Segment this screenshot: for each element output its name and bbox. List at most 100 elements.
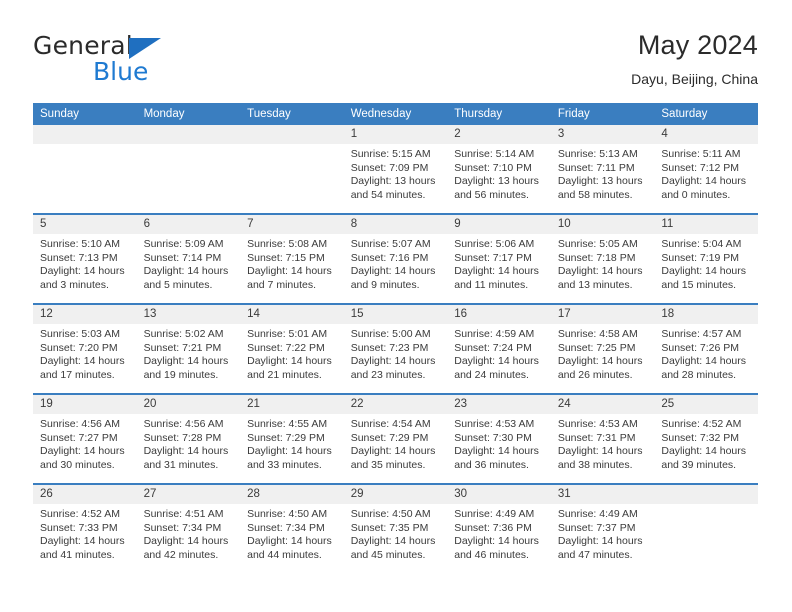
calendar-table: Sunday Monday Tuesday Wednesday Thursday… xyxy=(33,103,758,573)
calendar-day-cell[interactable]: 1 Sunrise: 5:15 AM Sunset: 7:09 PM Daylight… xyxy=(343,125,448,214)
calendar-day-cell[interactable]: 5 Sunrise: 5:10 AM Sunset: 7:13 PM Daylight… xyxy=(33,213,137,304)
day-cell-inner: 29 Sunrise: 4:50 AM Sunset: 7:35 PM Dayligh… xyxy=(343,485,448,573)
sunset-text: Sunset: 7:17 PM xyxy=(454,251,532,264)
calendar-day-cell[interactable]: 26 Sunrise: 4:52 AM Sunset: 7:33 PM Dayligh… xyxy=(33,483,137,573)
day-sun-info: Sunrise: 5:03 AM Sunset: 7:20 PM Daylight:… xyxy=(33,324,137,382)
sunrise-text: Sunrise: 4:49 AM xyxy=(454,508,535,520)
calendar-day-cell[interactable]: 21 Sunrise: 4:55 AM Sunset: 7:29 PM Dayligh… xyxy=(240,393,344,484)
sunrise-text: Sunrise: 5:04 AM xyxy=(661,238,742,250)
day-number: 18 xyxy=(654,305,758,324)
day-cell-inner: 5 Sunrise: 5:10 AM Sunset: 7:13 PM Daylight… xyxy=(33,215,137,303)
daylight-text: Daylight: 14 hours and 23 minutes. xyxy=(350,355,436,381)
sunrise-text: Sunrise: 4:50 AM xyxy=(350,508,431,520)
calendar-day-cell[interactable]: 31 Sunrise: 4:49 AM Sunset: 7:37 PM Dayligh… xyxy=(550,483,655,573)
day-sun-info: Sunrise: 4:59 AM Sunset: 7:24 PM Daylight:… xyxy=(447,324,551,382)
calendar-day-cell[interactable]: 16 Sunrise: 4:59 AM Sunset: 7:24 PM Dayligh… xyxy=(447,303,551,394)
day-sun-info: Sunrise: 4:57 AM Sunset: 7:26 PM Daylight:… xyxy=(654,324,758,382)
sunrise-text: Sunrise: 4:55 AM xyxy=(247,418,328,430)
calendar-day-cell[interactable]: 9 Sunrise: 5:06 AM Sunset: 7:17 PM Daylight… xyxy=(447,213,551,304)
day-cell-inner: 12 Sunrise: 5:03 AM Sunset: 7:20 PM Dayligh… xyxy=(33,305,137,393)
calendar-day-cell[interactable]: 25 Sunrise: 4:52 AM Sunset: 7:32 PM Dayligh… xyxy=(654,393,758,484)
daylight-text: Daylight: 14 hours and 24 minutes. xyxy=(454,355,539,381)
daylight-text: Daylight: 14 hours and 13 minutes. xyxy=(557,265,643,291)
daylight-text: Daylight: 14 hours and 39 minutes. xyxy=(661,445,747,471)
sunrise-text: Sunrise: 5:03 AM xyxy=(40,328,120,340)
day-number: 22 xyxy=(343,395,448,414)
day-sun-info: Sunrise: 5:09 AM Sunset: 7:14 PM Daylight:… xyxy=(137,234,241,292)
sunrise-text: Sunrise: 4:52 AM xyxy=(661,418,742,430)
sunset-text: Sunset: 7:35 PM xyxy=(350,521,429,534)
calendar-day-cell[interactable]: 20 Sunrise: 4:56 AM Sunset: 7:28 PM Dayligh… xyxy=(136,393,241,484)
calendar-day-cell[interactable]: 10 Sunrise: 5:05 AM Sunset: 7:18 PM Dayligh… xyxy=(550,213,655,304)
daylight-text: Daylight: 14 hours and 38 minutes. xyxy=(557,445,643,471)
calendar-day-cell[interactable]: 12 Sunrise: 5:03 AM Sunset: 7:20 PM Dayligh… xyxy=(33,303,137,394)
day-number xyxy=(240,125,344,144)
weekday-header-friday: Friday xyxy=(550,103,655,125)
daylight-text: Daylight: 14 hours and 15 minutes. xyxy=(661,265,747,291)
sunset-text: Sunset: 7:30 PM xyxy=(454,431,532,444)
calendar-day-cell[interactable]: 14 Sunrise: 5:01 AM Sunset: 7:22 PM Dayligh… xyxy=(240,303,344,394)
day-sun-info: Sunrise: 5:00 AM Sunset: 7:23 PM Daylight:… xyxy=(344,324,448,382)
sunset-text: Sunset: 7:36 PM xyxy=(454,521,532,534)
calendar-day-cell[interactable]: 29 Sunrise: 4:50 AM Sunset: 7:35 PM Dayligh… xyxy=(343,483,448,573)
sunset-text: Sunset: 7:11 PM xyxy=(557,161,635,174)
daylight-text: Daylight: 14 hours and 36 minutes. xyxy=(454,445,539,471)
day-number: 29 xyxy=(343,485,448,504)
day-number: 12 xyxy=(33,305,137,324)
calendar-empty-cell xyxy=(240,125,344,214)
sunrise-text: Sunrise: 5:00 AM xyxy=(350,328,431,340)
daylight-text: Daylight: 14 hours and 9 minutes. xyxy=(350,265,436,291)
calendar-day-cell[interactable]: 3 Sunrise: 5:13 AM Sunset: 7:11 PM Daylight… xyxy=(550,125,655,214)
daylight-text: Daylight: 14 hours and 47 minutes. xyxy=(557,535,643,561)
sunset-text: Sunset: 7:15 PM xyxy=(247,251,325,264)
calendar-day-cell[interactable]: 8 Sunrise: 5:07 AM Sunset: 7:16 PM Daylight… xyxy=(343,213,448,304)
day-sun-info: Sunrise: 5:02 AM Sunset: 7:21 PM Daylight:… xyxy=(137,324,241,382)
day-number: 5 xyxy=(33,215,137,234)
daylight-text: Daylight: 14 hours and 0 minutes. xyxy=(661,175,747,201)
day-sun-info xyxy=(240,144,344,148)
daylight-text: Daylight: 14 hours and 31 minutes. xyxy=(143,445,229,471)
calendar-day-cell[interactable]: 4 Sunrise: 5:11 AM Sunset: 7:12 PM Daylight… xyxy=(654,125,758,214)
calendar-day-cell[interactable]: 22 Sunrise: 4:54 AM Sunset: 7:29 PM Dayligh… xyxy=(343,393,448,484)
day-cell-inner: 23 Sunrise: 4:53 AM Sunset: 7:30 PM Dayligh… xyxy=(447,395,551,483)
calendar-day-cell[interactable]: 27 Sunrise: 4:51 AM Sunset: 7:34 PM Dayligh… xyxy=(136,483,241,573)
day-sun-info: Sunrise: 4:56 AM Sunset: 7:28 PM Daylight:… xyxy=(137,414,241,472)
day-sun-info: Sunrise: 5:04 AM Sunset: 7:19 PM Daylight:… xyxy=(654,234,758,292)
calendar-day-cell[interactable]: 15 Sunrise: 5:00 AM Sunset: 7:23 PM Dayligh… xyxy=(343,303,448,394)
calendar-day-cell[interactable]: 2 Sunrise: 5:14 AM Sunset: 7:10 PM Daylight… xyxy=(447,125,551,214)
day-number: 10 xyxy=(550,215,655,234)
calendar-day-cell[interactable]: 30 Sunrise: 4:49 AM Sunset: 7:36 PM Dayligh… xyxy=(447,483,551,573)
sunset-text: Sunset: 7:27 PM xyxy=(40,431,118,444)
day-cell-inner: 21 Sunrise: 4:55 AM Sunset: 7:29 PM Dayligh… xyxy=(240,395,344,483)
day-number: 4 xyxy=(654,125,758,144)
calendar-week-row: 5 Sunrise: 5:10 AM Sunset: 7:13 PM Daylight… xyxy=(33,213,758,304)
daylight-text: Daylight: 14 hours and 3 minutes. xyxy=(40,265,125,291)
day-number: 17 xyxy=(550,305,655,324)
day-sun-info: Sunrise: 4:55 AM Sunset: 7:29 PM Daylight:… xyxy=(240,414,344,472)
day-number: 7 xyxy=(240,215,344,234)
day-number xyxy=(654,485,758,504)
calendar-day-cell[interactable]: 23 Sunrise: 4:53 AM Sunset: 7:30 PM Dayligh… xyxy=(447,393,551,484)
day-cell-inner: 3 Sunrise: 5:13 AM Sunset: 7:11 PM Daylight… xyxy=(550,125,655,213)
calendar-day-cell[interactable]: 24 Sunrise: 4:53 AM Sunset: 7:31 PM Dayligh… xyxy=(550,393,655,484)
calendar-day-cell[interactable]: 13 Sunrise: 5:02 AM Sunset: 7:21 PM Dayligh… xyxy=(136,303,241,394)
calendar-day-cell[interactable]: 18 Sunrise: 4:57 AM Sunset: 7:26 PM Dayligh… xyxy=(654,303,758,394)
calendar-day-cell[interactable]: 17 Sunrise: 4:58 AM Sunset: 7:25 PM Dayligh… xyxy=(550,303,655,394)
calendar-day-cell[interactable]: 19 Sunrise: 4:56 AM Sunset: 7:27 PM Dayligh… xyxy=(33,393,137,484)
day-cell-inner xyxy=(240,125,344,213)
calendar-day-cell[interactable]: 6 Sunrise: 5:09 AM Sunset: 7:14 PM Daylight… xyxy=(136,213,241,304)
general-blue-logo[interactable]: General Blue xyxy=(33,32,253,92)
calendar-day-cell[interactable]: 28 Sunrise: 4:50 AM Sunset: 7:34 PM Dayligh… xyxy=(240,483,344,573)
daylight-text: Daylight: 14 hours and 42 minutes. xyxy=(143,535,229,561)
day-sun-info: Sunrise: 4:51 AM Sunset: 7:34 PM Daylight:… xyxy=(137,504,241,562)
sunrise-text: Sunrise: 4:51 AM xyxy=(143,508,224,520)
day-cell-inner: 11 Sunrise: 5:04 AM Sunset: 7:19 PM Dayligh… xyxy=(654,215,758,303)
day-sun-info: Sunrise: 4:54 AM Sunset: 7:29 PM Daylight:… xyxy=(344,414,448,472)
day-cell-inner: 20 Sunrise: 4:56 AM Sunset: 7:28 PM Dayligh… xyxy=(136,395,241,483)
calendar-day-cell[interactable]: 11 Sunrise: 5:04 AM Sunset: 7:19 PM Dayligh… xyxy=(654,213,758,304)
sunrise-text: Sunrise: 5:11 AM xyxy=(661,148,741,160)
day-sun-info: Sunrise: 4:53 AM Sunset: 7:30 PM Daylight:… xyxy=(447,414,551,472)
calendar-day-cell[interactable]: 7 Sunrise: 5:08 AM Sunset: 7:15 PM Daylight… xyxy=(240,213,344,304)
day-cell-inner: 2 Sunrise: 5:14 AM Sunset: 7:10 PM Daylight… xyxy=(447,125,551,213)
sunrise-text: Sunrise: 5:14 AM xyxy=(454,148,535,160)
